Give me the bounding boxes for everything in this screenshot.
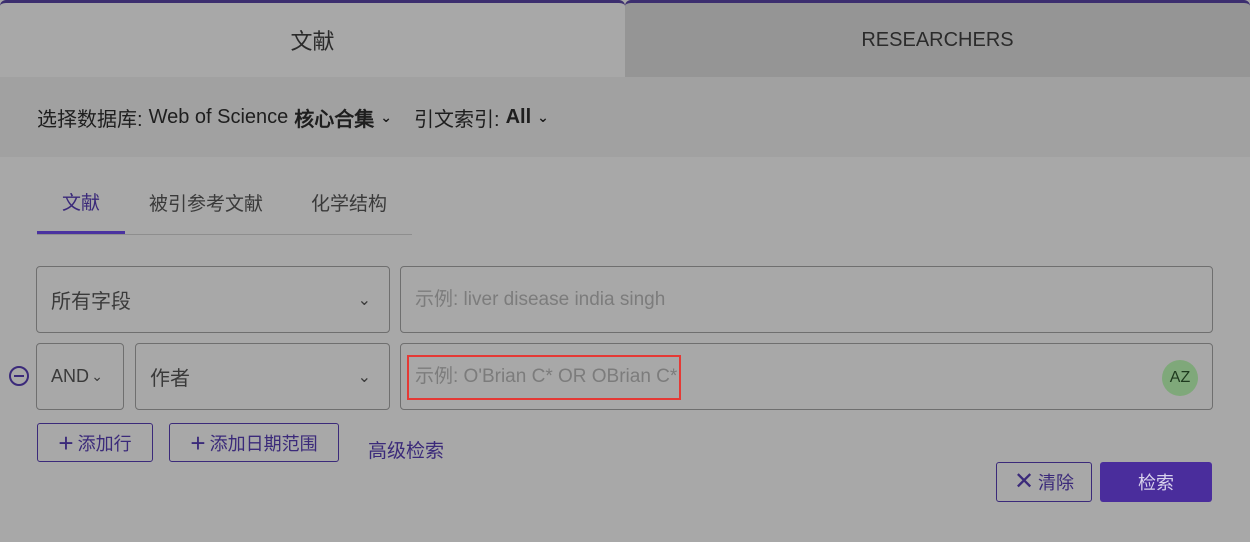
top-tab-bar: 文献 RESEARCHERS bbox=[0, 0, 1250, 77]
chevron-down-icon: ⌄ bbox=[357, 368, 371, 386]
add-row-button[interactable]: + 添加行 bbox=[37, 423, 153, 462]
tab-chemical-structure[interactable]: 化学结构 bbox=[299, 172, 399, 232]
az-icon: AZ bbox=[1169, 369, 1191, 386]
database-label: 选择数据库: bbox=[37, 108, 143, 131]
chevron-down-icon: ⌄ bbox=[537, 108, 549, 125]
chevron-down-icon: ⌄ bbox=[357, 291, 371, 309]
remove-row-icon[interactable] bbox=[9, 366, 29, 386]
clear-label: 清除 bbox=[1038, 473, 1075, 493]
database-selector-bar: 选择数据库: Web of Science 核心合集 ⌄ 引文索引: All ⌄ bbox=[0, 77, 1250, 157]
database-value-plain: Web of Science bbox=[148, 105, 289, 128]
highlight-annotation bbox=[407, 355, 681, 400]
field-select-row-1[interactable]: 所有字段 ⌄ bbox=[36, 266, 390, 333]
boolean-operator-select[interactable]: AND ⌄ bbox=[36, 343, 124, 410]
field-select-value: 所有字段 bbox=[51, 291, 131, 313]
search-input-row-1[interactable] bbox=[413, 287, 1117, 312]
clear-button[interactable]: ✕ 清除 bbox=[996, 462, 1092, 502]
database-value-bold: 核心合集 bbox=[294, 108, 375, 131]
citation-index-dropdown[interactable]: All ⌄ bbox=[506, 106, 549, 129]
citation-index-value: All bbox=[505, 105, 532, 128]
advanced-search-link[interactable]: 高级检索 bbox=[368, 436, 444, 463]
tab-researchers[interactable]: RESEARCHERS bbox=[625, 0, 1250, 77]
citation-index-label: 引文索引: bbox=[414, 108, 500, 131]
add-date-range-button[interactable]: + 添加日期范围 bbox=[169, 423, 339, 462]
field-select-value: 作者 bbox=[150, 368, 190, 390]
search-type-tabs: 文献 被引参考文献 化学结构 bbox=[37, 172, 412, 235]
add-row-label: 添加行 bbox=[77, 433, 132, 454]
author-index-button[interactable]: AZ bbox=[1162, 360, 1198, 396]
plus-icon: + bbox=[190, 427, 206, 458]
tab-search-documents[interactable]: 文献 bbox=[37, 172, 125, 234]
tab-documents[interactable]: 文献 bbox=[0, 0, 625, 77]
search-label: 检索 bbox=[1138, 473, 1174, 493]
plus-icon: + bbox=[58, 427, 74, 458]
tab-cited-references[interactable]: 被引参考文献 bbox=[137, 172, 275, 232]
search-button[interactable]: 检索 bbox=[1100, 462, 1212, 502]
chevron-down-icon: ⌄ bbox=[380, 108, 393, 125]
add-date-range-label: 添加日期范围 bbox=[209, 433, 318, 454]
search-input-row-1-box bbox=[400, 266, 1213, 333]
search-panel: 文献 RESEARCHERS 选择数据库: Web of Science 核心合… bbox=[0, 0, 1250, 542]
chevron-down-icon: ⌄ bbox=[91, 368, 103, 384]
operator-value: AND bbox=[51, 366, 90, 386]
database-dropdown[interactable]: Web of Science 核心合集 ⌄ bbox=[149, 103, 392, 132]
field-select-row-2[interactable]: 作者 ⌄ bbox=[135, 343, 390, 410]
close-icon: ✕ bbox=[1013, 468, 1035, 495]
